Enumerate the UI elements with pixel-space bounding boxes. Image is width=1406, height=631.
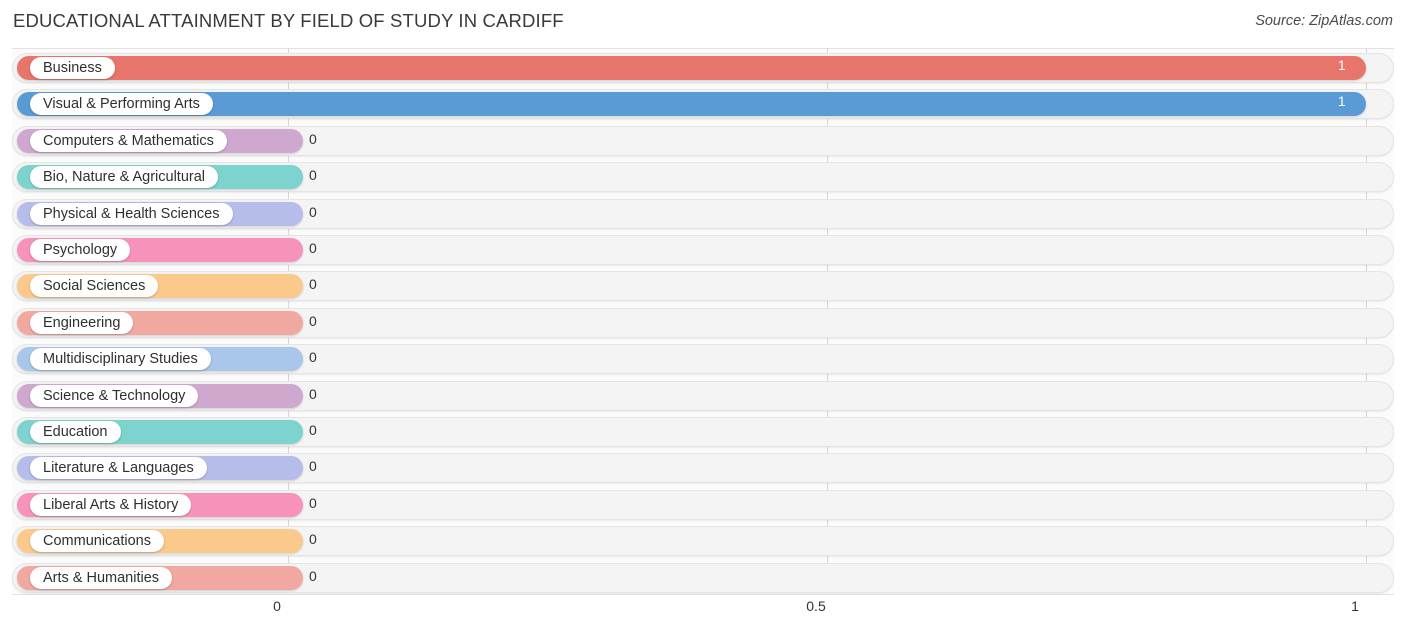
table-row[interactable]: Computers & Mathematics 0	[0, 125, 1406, 156]
bar-label: Education	[30, 421, 121, 443]
bar-value-label: 0	[309, 422, 317, 438]
bar-label: Arts & Humanities	[30, 566, 173, 589]
x-tick-label: 0.5	[806, 598, 826, 614]
table-row[interactable]: Engineering 0	[0, 307, 1406, 338]
table-row[interactable]: Visual & Performing Arts 1	[0, 89, 1406, 120]
bar[interactable]	[17, 56, 1366, 80]
table-row[interactable]: Arts & Humanities 0	[0, 562, 1406, 593]
bar-value-label: 0	[309, 385, 317, 402]
bar-label: Multidisciplinary Studies	[30, 348, 211, 371]
bar-label: Engineering	[30, 311, 134, 334]
bar-label: Science & Technology	[30, 384, 199, 407]
x-axis: 0 0.5 1	[0, 596, 1406, 631]
bar-value-label: 1	[1338, 94, 1346, 110]
table-row[interactable]: Liberal Arts & History 0	[0, 489, 1406, 520]
bar-label: Social Sciences	[30, 275, 159, 298]
bar-label: Psychology	[30, 239, 131, 261]
x-tick-label: 0	[273, 598, 281, 614]
bar-value-label: 0	[309, 567, 317, 584]
chart-plot-area: Business 1 Visual & Performing Arts 1 Comput…	[0, 45, 1406, 596]
bar-value-label: 0	[309, 167, 317, 184]
bar-label: Business	[30, 57, 115, 79]
table-row[interactable]: Science & Technology 0	[0, 380, 1406, 411]
source-attribution: Source: ZipAtlas.com	[1255, 13, 1393, 29]
bar-value-label: 0	[309, 458, 317, 475]
table-row[interactable]: Business 1	[0, 53, 1406, 83]
table-row[interactable]: Education 0	[0, 417, 1406, 447]
bar-label: Visual & Performing Arts	[30, 93, 213, 116]
bar-value-label: 0	[309, 130, 317, 147]
bar-label: Communications	[30, 530, 164, 553]
bar-value-label: 0	[309, 203, 317, 220]
bar-value-label: 0	[309, 312, 317, 329]
table-row[interactable]: Bio, Nature & Agricultural 0	[0, 162, 1406, 193]
bar-value-label: 0	[309, 494, 317, 511]
bar-value-label: 0	[309, 240, 317, 256]
bar-value-label: 0	[309, 349, 317, 366]
x-tick-label: 1	[1351, 598, 1359, 614]
bar-label: Literature & Languages	[30, 457, 207, 480]
bar-label: Bio, Nature & Agricultural	[30, 166, 218, 189]
bar-value-label: 0	[309, 276, 317, 293]
bar-value-label: 0	[309, 531, 317, 548]
bar-label: Liberal Arts & History	[30, 493, 192, 516]
table-row[interactable]: Communications 0	[0, 526, 1406, 557]
table-row[interactable]: Multidisciplinary Studies 0	[0, 344, 1406, 375]
bar[interactable]	[17, 92, 1366, 117]
bar-label: Computers & Mathematics	[30, 129, 227, 152]
bar-value-label: 1	[1338, 58, 1346, 73]
bar-label: Physical & Health Sciences	[30, 202, 233, 225]
table-row[interactable]: Physical & Health Sciences 0	[0, 198, 1406, 229]
chart-header: EDUCATIONAL ATTAINMENT BY FIELD OF STUDY…	[0, 0, 1406, 45]
table-row[interactable]: Social Sciences 0	[0, 271, 1406, 302]
table-row[interactable]: Literature & Languages 0	[0, 453, 1406, 484]
table-row[interactable]: Psychology 0	[0, 235, 1406, 265]
page-title: EDUCATIONAL ATTAINMENT BY FIELD OF STUDY…	[13, 10, 564, 31]
